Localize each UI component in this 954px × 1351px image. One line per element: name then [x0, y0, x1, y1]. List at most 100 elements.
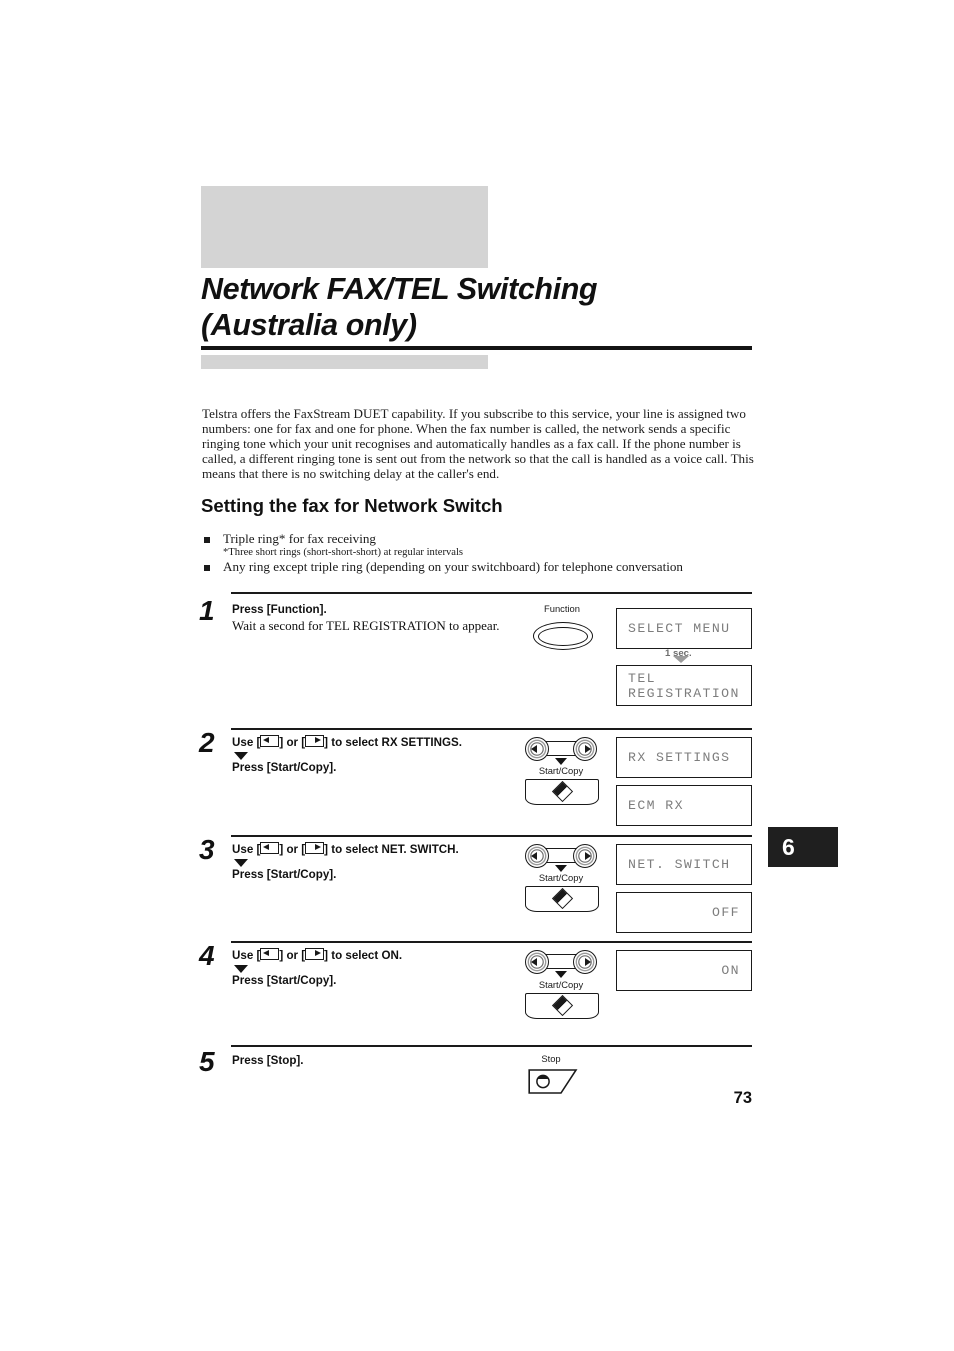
step-instruction-bold: Press [Stop].: [232, 1054, 304, 1067]
section-heading: Setting the fax for Network Switch: [201, 495, 503, 516]
step-number: 4: [199, 940, 215, 971]
list-item: Any ring except triple ring (depending o…: [202, 559, 754, 574]
start-diamond-icon: [551, 994, 574, 1017]
instruction-suffix: ] to select NET. SWITCH.: [324, 843, 459, 856]
arrow-right-icon: [305, 735, 325, 747]
start-copy-button[interactable]: [525, 993, 599, 1019]
step-separator-rule: [231, 835, 752, 837]
square-bullet-icon: [204, 537, 210, 543]
step-separator-rule: [231, 728, 752, 730]
lcd-display: ECM RX: [616, 785, 752, 826]
step-instruction-second: Press [Start/Copy].: [232, 867, 337, 881]
arrow-left-icon: [260, 842, 280, 854]
intro-paragraph: Telstra offers the FaxStream DUET capabi…: [202, 406, 754, 481]
step-separator-rule: [231, 1045, 752, 1047]
bullet-footnote: *Three short rings (short-short-short) a…: [223, 547, 464, 558]
start-copy-button-label: Start/Copy: [538, 979, 584, 990]
instruction-prefix: Use [: [232, 949, 261, 962]
lcd-display: OFF: [616, 892, 752, 933]
step-number: 3: [199, 834, 215, 865]
step-instruction: Use [ ] or [ ] to select ON. Press [Start/…: [232, 948, 512, 988]
start-copy-button[interactable]: [525, 886, 599, 912]
arrow-down-icon: [234, 751, 248, 760]
function-button[interactable]: [533, 622, 593, 650]
stop-button-label: Stop: [541, 1053, 561, 1064]
step-instruction-bold: Press [Function].: [232, 603, 327, 616]
list-item-label: Triple ring* for fax receiving: [223, 531, 376, 546]
instruction-mid: ] or [: [279, 949, 306, 962]
chapter-tab: 6: [768, 827, 838, 867]
instruction-mid: ] or [: [279, 843, 306, 856]
step-number: 5: [199, 1046, 215, 1077]
navigation-arrow-buttons[interactable]: [525, 737, 597, 761]
step-instruction-second: Press [Start/Copy].: [232, 760, 337, 774]
square-bullet-icon: [204, 565, 210, 571]
lcd-display: ON: [616, 950, 752, 991]
stop-button[interactable]: [528, 1068, 580, 1096]
triangle-left-icon: [531, 852, 537, 860]
title-underline-rule: [201, 346, 752, 350]
start-diamond-icon: [551, 887, 574, 910]
arrow-down-icon: [234, 964, 248, 973]
nav-left-button[interactable]: [525, 737, 549, 761]
nav-right-button[interactable]: [573, 844, 597, 868]
instruction-mid: ] or [: [279, 736, 306, 749]
instruction-prefix: Use [: [232, 736, 261, 749]
start-copy-button[interactable]: [525, 779, 599, 805]
bullet-list: Triple ring* for fax receiving *Three sh…: [202, 531, 754, 574]
lcd-display: SELECT MENU: [616, 608, 752, 649]
step-instruction: Use [ ] or [ ] to select RX SETTINGS. Pres…: [232, 735, 512, 775]
arrow-left-icon: [260, 948, 280, 960]
triangle-right-icon: [585, 852, 591, 860]
triangle-left-icon: [531, 745, 537, 753]
header-gray-band-bottom: [201, 355, 488, 369]
header-gray-band-top: [201, 186, 488, 268]
arrow-down-icon: [234, 858, 248, 867]
page-title: Network FAX/TEL Switching (Australia onl…: [201, 272, 598, 342]
chevron-down-icon: [555, 865, 567, 872]
start-diamond-icon: [551, 780, 574, 803]
nav-left-button[interactable]: [525, 844, 549, 868]
step-instruction-sub: Wait a second for TEL REGISTRATION to ap…: [232, 617, 500, 633]
chevron-down-icon: [555, 758, 567, 765]
lcd-display: RX SETTINGS: [616, 737, 752, 778]
list-item: Triple ring* for fax receiving: [202, 531, 754, 546]
function-button-inner-ring: [538, 626, 588, 646]
chevron-down-icon: [555, 971, 567, 978]
arrow-left-icon: [260, 735, 280, 747]
step-number: 1: [199, 595, 215, 626]
step-separator-rule: [231, 941, 752, 943]
triangle-left-icon: [531, 958, 537, 966]
instruction-suffix: ] to select RX SETTINGS.: [324, 736, 462, 749]
step-instruction: Press [Stop].: [232, 1054, 512, 1069]
stop-button-shape: [528, 1069, 578, 1094]
step-instruction: Press [Function]. Wait a second for TEL …: [232, 603, 512, 633]
step-instruction: Use [ ] or [ ] to select NET. SWITCH. Pres…: [232, 842, 512, 882]
instruction-prefix: Use [: [232, 843, 261, 856]
step-instruction-second: Press [Start/Copy].: [232, 973, 337, 987]
navigation-arrow-buttons[interactable]: [525, 844, 597, 868]
nav-right-button[interactable]: [573, 737, 597, 761]
chevron-down-icon: [673, 656, 689, 663]
arrow-right-icon: [305, 842, 325, 854]
step-instruction-bold: Use [ ] or [ ] to select ON.: [232, 948, 512, 964]
triangle-right-icon: [585, 745, 591, 753]
step-instruction-bold: Use [ ] or [ ] to select RX SETTINGS.: [232, 735, 512, 751]
start-copy-button-label: Start/Copy: [538, 872, 584, 883]
arrow-right-icon: [305, 948, 325, 960]
step-instruction-bold: Use [ ] or [ ] to select NET. SWITCH.: [232, 842, 512, 858]
triangle-right-icon: [585, 958, 591, 966]
manual-page: Network FAX/TEL Switching (Australia onl…: [0, 0, 954, 1351]
start-copy-button-label: Start/Copy: [538, 765, 584, 776]
nav-left-button[interactable]: [525, 950, 549, 974]
page-number: 73: [733, 1089, 752, 1107]
lcd-display: TEL REGISTRATION: [616, 665, 752, 706]
lcd-display: NET. SWITCH: [616, 844, 752, 885]
function-button-label: Function: [544, 603, 580, 614]
instruction-suffix: ] to select ON.: [324, 949, 403, 962]
step-number: 2: [199, 727, 215, 758]
navigation-arrow-buttons[interactable]: [525, 950, 597, 974]
list-item-label: Any ring except triple ring (depending o…: [223, 559, 683, 574]
step-separator-rule: [231, 592, 752, 594]
nav-right-button[interactable]: [573, 950, 597, 974]
